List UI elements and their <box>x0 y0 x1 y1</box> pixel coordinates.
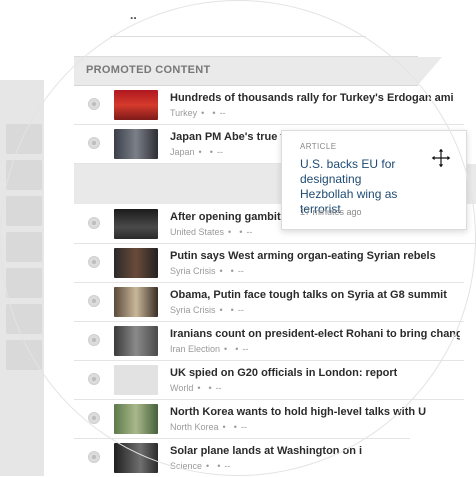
meta: Syria Crisis • • -- <box>170 305 244 315</box>
thumbnail <box>114 326 158 356</box>
previous-section: .. <box>110 0 366 37</box>
meta-dash: -- <box>215 383 222 393</box>
background-cell <box>6 304 42 334</box>
headline-link[interactable]: North Korea wants to hold high-level tal… <box>170 406 426 418</box>
category: Turkey <box>170 108 198 118</box>
headline-link[interactable]: Japan PM Abe's true tes <box>170 131 296 143</box>
background-cell <box>6 232 42 262</box>
category: Syria Crisis <box>170 305 216 315</box>
radio-icon[interactable] <box>88 98 100 110</box>
radio-icon[interactable] <box>88 217 100 229</box>
article-popover[interactable]: ARTICLE U.S. backs EU for designating He… <box>281 130 467 230</box>
meta-dash: -- <box>216 147 223 157</box>
thumbnail <box>114 248 158 278</box>
list-item[interactable]: Solar plane lands at Washington on i Sci… <box>74 439 374 477</box>
background-cell <box>6 268 42 298</box>
background-cell <box>6 196 42 226</box>
category: United States <box>170 227 225 237</box>
headline-link[interactable]: After opening gambit, I <box>170 211 290 223</box>
background-cell <box>6 340 42 370</box>
headline-link[interactable]: Hundreds of thousands rally for Turkey's… <box>170 92 454 104</box>
meta-dash: -- <box>224 461 231 471</box>
popover-type: ARTICLE <box>300 142 337 151</box>
meta: North Korea • • -- <box>170 422 247 432</box>
section-title: PROMOTED CONTENT <box>86 64 211 76</box>
background-cell <box>6 160 42 190</box>
meta: Turkey • • -- <box>170 108 226 118</box>
radio-icon[interactable] <box>88 334 100 346</box>
move-cursor-icon[interactable] <box>430 147 452 169</box>
category: World <box>170 383 194 393</box>
list-item[interactable]: Putin says West arming organ-eating Syri… <box>74 244 464 283</box>
meta-dash: -- <box>237 305 244 315</box>
thumbnail <box>114 209 158 239</box>
list-item[interactable]: Hundreds of thousands rally for Turkey's… <box>74 86 464 125</box>
category: Iran Election <box>170 344 221 354</box>
thumbnail <box>114 443 158 473</box>
background-cell <box>6 124 42 154</box>
radio-icon[interactable] <box>88 295 100 307</box>
category: Japan <box>170 147 195 157</box>
meta: Science • • -- <box>170 461 231 471</box>
section-header: PROMOTED CONTENT <box>74 56 442 86</box>
list-item[interactable]: North Korea wants to hold high-level tal… <box>74 400 426 439</box>
meta-dash: -- <box>242 344 249 354</box>
radio-icon[interactable] <box>88 412 100 424</box>
thumbnail <box>114 404 158 434</box>
meta-dash: -- <box>240 422 247 432</box>
meta-dash: -- <box>219 108 226 118</box>
thumbnail <box>114 90 158 120</box>
radio-icon[interactable] <box>88 451 100 463</box>
previous-section-fragment: .. <box>130 8 137 22</box>
category: North Korea <box>170 422 219 432</box>
headline-link[interactable]: Iranians count on president-elect Rohani… <box>170 328 460 340</box>
headline-link[interactable]: UK spied on G20 officials in London: rep… <box>170 367 397 379</box>
meta-dash: -- <box>246 227 253 237</box>
list-item[interactable]: Iranians count on president-elect Rohani… <box>74 322 464 361</box>
list-item[interactable]: Obama, Putin face tough talks on Syria a… <box>74 283 464 322</box>
radio-icon[interactable] <box>88 256 100 268</box>
list-item[interactable]: UK spied on G20 officials in London: rep… <box>74 361 464 400</box>
thumbnail <box>114 287 158 317</box>
headline-link[interactable]: Obama, Putin face tough talks on Syria a… <box>170 289 447 301</box>
popover-time: 17 minutes ago <box>300 207 362 217</box>
meta-dash: -- <box>237 266 244 276</box>
radio-icon[interactable] <box>88 373 100 385</box>
background-panel <box>0 80 44 476</box>
thumbnail-placeholder <box>114 365 158 395</box>
category: Science <box>170 461 203 471</box>
meta: Japan • • -- <box>170 147 223 157</box>
headline-link[interactable]: Putin says West arming organ-eating Syri… <box>170 250 436 262</box>
thumbnail <box>114 129 158 159</box>
headline-link[interactable]: Solar plane lands at Washington on i <box>170 445 362 457</box>
meta: World • • -- <box>170 383 222 393</box>
meta: United States • • -- <box>170 227 253 237</box>
radio-icon[interactable] <box>88 137 100 149</box>
category: Syria Crisis <box>170 266 216 276</box>
meta: Iran Election • • -- <box>170 344 249 354</box>
meta: Syria Crisis • • -- <box>170 266 244 276</box>
